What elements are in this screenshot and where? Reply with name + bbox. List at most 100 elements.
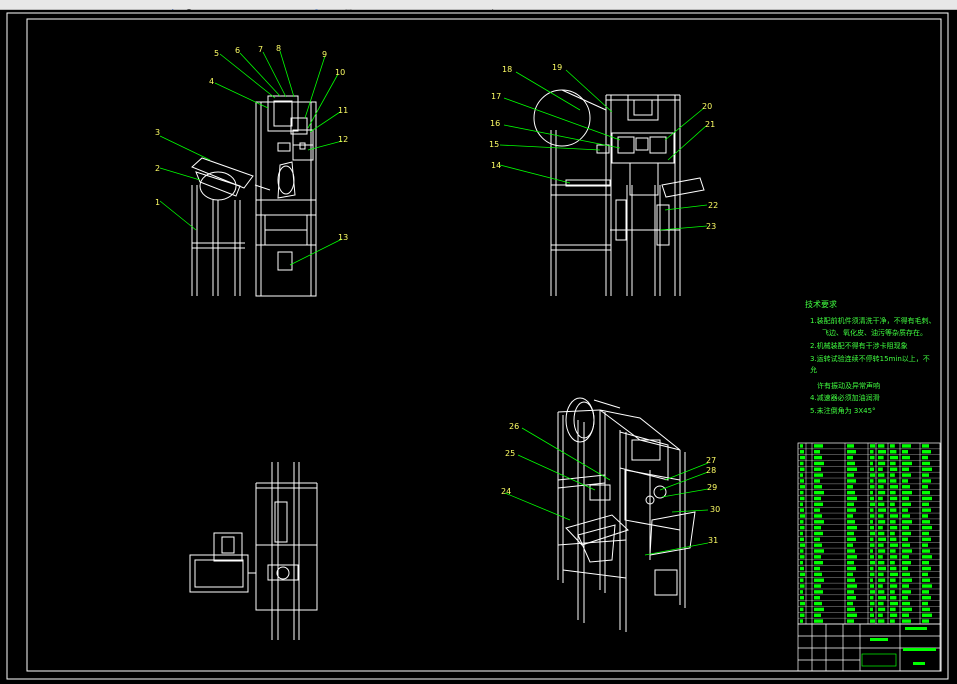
part-label: 7: [258, 45, 263, 54]
parts-list-cell: [870, 514, 875, 518]
parts-list-cell: [878, 467, 883, 471]
parts-list-cell: [800, 590, 803, 594]
parts-list-cell: [878, 590, 885, 594]
zoom-icon[interactable]: [186, 1, 193, 15]
parts-list-cell: [800, 601, 805, 606]
layer-icon[interactable]: [225, 1, 232, 14]
parts-list-cell: [800, 543, 805, 547]
parts-list-cell: [922, 613, 932, 617]
parts-list-cell: [902, 496, 909, 501]
parts-list-cell: [878, 572, 884, 577]
parts-list-cell: [800, 490, 804, 495]
parts-list-cell: [878, 450, 886, 454]
parts-list-cell: [890, 537, 897, 542]
parts-list-cell: [870, 607, 873, 612]
tech-requirement-line: 4.减速器必须加油润滑: [810, 393, 880, 402]
parts-list-cell: [847, 572, 853, 577]
parts-list-cell: [902, 444, 911, 448]
parts-list-cell: [922, 450, 931, 454]
part-label: 29: [707, 483, 717, 492]
parts-list-cell: [922, 590, 929, 594]
parts-list-cell: [847, 590, 854, 594]
arrow-icon[interactable]: [172, 1, 179, 15]
parts-list-cell: [878, 601, 884, 606]
part-label: 22: [708, 201, 718, 210]
parts-list-cell: [870, 560, 875, 565]
part-label: 19: [552, 63, 562, 72]
parts-list-cell: [902, 566, 908, 571]
parts-list-cell: [878, 461, 886, 466]
parts-list-cell: [902, 485, 910, 489]
parts-list-cell: [890, 560, 895, 565]
parts-list-cell: [890, 607, 896, 612]
parts-list-cell: [800, 613, 805, 617]
parts-list-cell: [922, 596, 931, 600]
parts-list-cell: [922, 584, 932, 588]
parts-list-cell: [847, 450, 856, 454]
parts-list-cell: [800, 525, 805, 530]
parts-list-cell: [902, 613, 909, 617]
parts-list-cell: [847, 520, 855, 524]
parts-list-cell: [922, 444, 929, 448]
parts-list-cell: [878, 502, 885, 507]
parts-list-cell: [902, 479, 908, 483]
cursor-icon[interactable]: [492, 1, 499, 16]
parts-list-cell: [890, 473, 895, 477]
parts-list-cell: [902, 584, 909, 588]
tech-requirement-line: 允: [810, 365, 817, 374]
parts-list-cell: [878, 560, 885, 565]
parts-list-cell: [800, 485, 805, 489]
parts-list-cell: [814, 596, 820, 600]
parts-list-cell: [902, 572, 910, 577]
parts-list-cell: [870, 450, 874, 454]
parts-list-cell: [847, 496, 857, 501]
parts-list-cell: [902, 514, 910, 518]
parts-list-cell: [902, 596, 908, 600]
parts-list-cell: [847, 566, 856, 571]
parts-list-cell: [847, 619, 854, 623]
properties-icon[interactable]: [345, 1, 352, 17]
parts-list-cell: [800, 555, 805, 559]
parts-list-cell: [814, 601, 822, 606]
parts-list-cell: [902, 549, 912, 553]
parts-list-cell: [890, 479, 897, 483]
parts-list-cell: [870, 566, 874, 571]
parts-list-cell: [814, 473, 823, 477]
parts-list-cell: [800, 450, 804, 454]
parts-list-cell: [922, 607, 930, 612]
parts-list-cell: [922, 531, 929, 536]
tech-requirement-line: 5.未注倒角为 3X45°: [810, 406, 876, 415]
parts-list-cell: [902, 543, 910, 547]
parts-list-cell: [922, 555, 932, 559]
part-label: 26: [509, 422, 519, 431]
parts-list-cell: [814, 578, 824, 582]
refresh-icon[interactable]: [313, 1, 320, 16]
tech-requirement-line: 2.机械装配不得有干涉卡阻现象: [810, 341, 908, 350]
parts-list-cell: [847, 502, 854, 507]
parts-list-cell: [890, 520, 896, 524]
part-label: 28: [706, 466, 716, 475]
parts-list-cell: [902, 555, 909, 559]
technical-requirements: 技术要求 1.装配前机件须清洗干净，不得有毛刺、 飞边、氧化皮、油污等杂质存在。…: [805, 299, 936, 415]
tech-requirement-line: 3.运转试验连续不停转15min以上，不: [810, 354, 930, 363]
cad-toolbar: [0, 0, 957, 17]
parts-list-cell: [878, 613, 883, 617]
pan-icon[interactable]: [205, 1, 212, 15]
parts-list-cell: [870, 596, 874, 600]
parts-list-cell: [922, 543, 928, 547]
parts-list-cell: [922, 502, 929, 507]
parts-list-cell: [922, 473, 929, 477]
drawing-canvas[interactable]: 1 2 3 4 5 6 7 8 9 10 11 12 13 14 15 16 1…: [0, 10, 957, 684]
parts-list-cell: [890, 490, 896, 495]
parts-list-cell: [870, 531, 875, 536]
parts-list-cell: [814, 555, 821, 559]
parts-list-cell: [800, 572, 805, 577]
parts-list-cell: [922, 485, 928, 489]
parts-list-cell: [847, 479, 856, 483]
parts-list-cell: [902, 560, 911, 565]
parts-list-cell: [890, 566, 897, 571]
parts-list-cell: [800, 502, 803, 507]
front-view-leaders: [159, 50, 343, 266]
parts-list-cell: [878, 537, 886, 542]
part-label: 18: [502, 65, 512, 74]
